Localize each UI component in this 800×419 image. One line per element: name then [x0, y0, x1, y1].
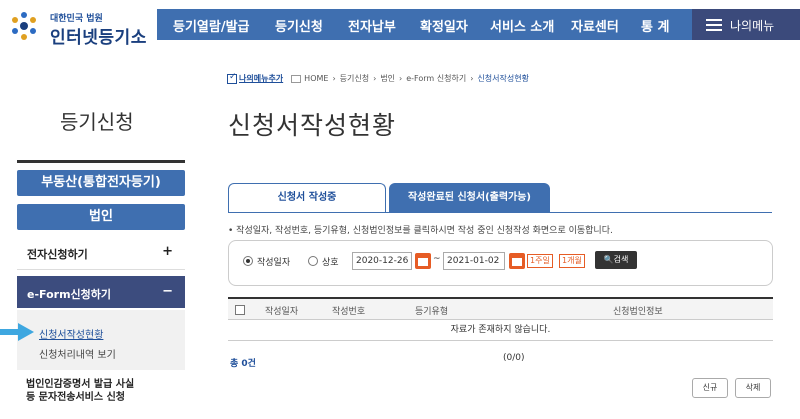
breadcrumb-item[interactable]: 등기신청 [340, 73, 369, 84]
calendar-icon[interactable] [509, 253, 525, 269]
sidebar-submenu: 신청서작성현황 신청처리내역 보기 [17, 310, 185, 370]
table-empty-row: 자료가 존재하지 않습니다. [228, 320, 773, 341]
radio-name[interactable] [308, 256, 318, 266]
notice-text: • 작성일자, 작성번호, 등기유형, 신청법인정보를 클릭하시면 작성 중인 … [228, 226, 613, 236]
table-header: 작성일자 작성번호 등기유형 신청법인정보 [228, 297, 773, 320]
sidebar-item-label: e-Form신청하기 [27, 288, 112, 301]
sidebar-btn-realestate[interactable]: 부동산(통합전자등기) [17, 170, 185, 196]
select-all-checkbox[interactable] [235, 305, 245, 315]
date-from-input[interactable]: 2020-12-26 [352, 252, 412, 270]
court-emblem-icon [10, 12, 38, 40]
nav-item-fixed-date[interactable]: 확정일자 [420, 16, 468, 35]
new-button[interactable]: 신규 [692, 378, 728, 398]
col-header-date[interactable]: 작성일자 [265, 304, 298, 317]
my-menu-button[interactable]: 나의메뉴 [692, 9, 800, 40]
sidebar-item-label-2: 등 문자전송서비스 신청 [26, 392, 125, 403]
breadcrumb-item[interactable]: 법인 [380, 73, 395, 84]
search-panel: 작성일자 상호 2020-12-26 ~ 2021-01-02 1주일 1개월 … [228, 240, 773, 286]
sidebar-title: 등기신청 [60, 110, 134, 134]
pointer-arrow-icon [0, 323, 34, 341]
submenu-item-status[interactable]: 신청서작성현황 [39, 326, 103, 341]
col-header-number[interactable]: 작성번호 [332, 304, 365, 317]
total-count: 총 0건 [230, 359, 256, 369]
col-header-corp-info[interactable]: 신청법인정보 [613, 304, 663, 317]
period-1week-button[interactable]: 1주일 [527, 254, 553, 268]
sidebar-item-corp-seal[interactable]: 법인인감증명서 발급 사실 등 문자전송서비스 신청 [17, 378, 185, 404]
collapse-icon: − [162, 284, 173, 299]
breadcrumb-sep: › [373, 74, 377, 83]
breadcrumb: 나의메뉴추가 HOME › 등기신청 › 법인 › e-Form 신청하기 › … [227, 72, 533, 84]
breadcrumb-sep: › [332, 74, 336, 83]
search-button[interactable]: 🔍검색 [595, 251, 637, 269]
tab-in-progress[interactable]: 신청서 작성중 [228, 183, 386, 212]
submenu-item-history[interactable]: 신청처리내역 보기 [39, 346, 116, 361]
period-1month-button[interactable]: 1개월 [559, 254, 585, 268]
radio-date-label[interactable]: 작성일자 [257, 255, 290, 268]
breadcrumb-sep: › [470, 74, 474, 83]
checkbox-icon [227, 72, 237, 84]
breadcrumb-home[interactable]: HOME [304, 74, 328, 83]
search-button-label: 검색 [613, 255, 629, 264]
logo[interactable]: 대한민국 법원 인터넷등기소 [4, 6, 154, 48]
pagination: (0/0) [503, 353, 525, 363]
sidebar-btn-corp[interactable]: 법인 [17, 204, 185, 230]
nav-item-data-center[interactable]: 자료센터 [571, 16, 619, 35]
radio-date[interactable] [243, 256, 253, 266]
breadcrumb-sep: › [399, 74, 403, 83]
date-range-tilde: ~ [433, 254, 441, 264]
sidebar-item-eform-apply[interactable]: e-Form신청하기 − [17, 276, 185, 308]
hamburger-icon [706, 19, 722, 31]
nav-item-registry-view[interactable]: 등기열람/발급 [173, 16, 250, 35]
radio-name-label[interactable]: 상호 [322, 255, 339, 268]
sidebar-item-label-1: 법인인감증명서 발급 사실 [26, 379, 135, 390]
date-to-input[interactable]: 2021-01-02 [443, 252, 505, 270]
sidebar-item-elec-apply[interactable]: 전자신청하기 + [17, 236, 185, 270]
sidebar-item-label: 전자신청하기 [27, 248, 88, 261]
calendar-icon[interactable] [415, 253, 431, 269]
my-menu-label: 나의메뉴 [730, 19, 775, 33]
col-header-type[interactable]: 등기유형 [415, 304, 448, 317]
logo-title: 인터넷등기소 [50, 28, 147, 48]
tab-completed[interactable]: 작성완료된 신청서(출력가능) [389, 183, 550, 212]
result-table: 작성일자 작성번호 등기유형 신청법인정보 자료가 존재하지 않습니다. [228, 297, 773, 341]
search-icon: 🔍 [603, 255, 614, 264]
sidebar-divider [17, 160, 185, 163]
nav-item-registry-apply[interactable]: 등기신청 [275, 16, 323, 35]
tab-divider [228, 212, 772, 213]
expand-icon: + [162, 244, 173, 259]
breadcrumb-item[interactable]: e-Form 신청하기 [406, 73, 466, 84]
page-root: 대한민국 법원 인터넷등기소 등기열람/발급 등기신청 전자납부 확정일자 서비… [0, 0, 800, 419]
home-icon [291, 74, 302, 83]
nav-item-statistics[interactable]: 통 계 [641, 16, 669, 35]
nav-item-e-payment[interactable]: 전자납부 [348, 16, 396, 35]
nav-item-service-intro[interactable]: 서비스 소개 [490, 16, 554, 35]
page-title: 신청서작성현황 [228, 111, 397, 140]
add-my-menu-label: 나의메뉴추가 [239, 74, 284, 83]
delete-button[interactable]: 삭제 [735, 378, 771, 398]
add-my-menu-link[interactable]: 나의메뉴추가 [227, 72, 284, 84]
breadcrumb-current: 신청서작성현황 [477, 74, 529, 83]
